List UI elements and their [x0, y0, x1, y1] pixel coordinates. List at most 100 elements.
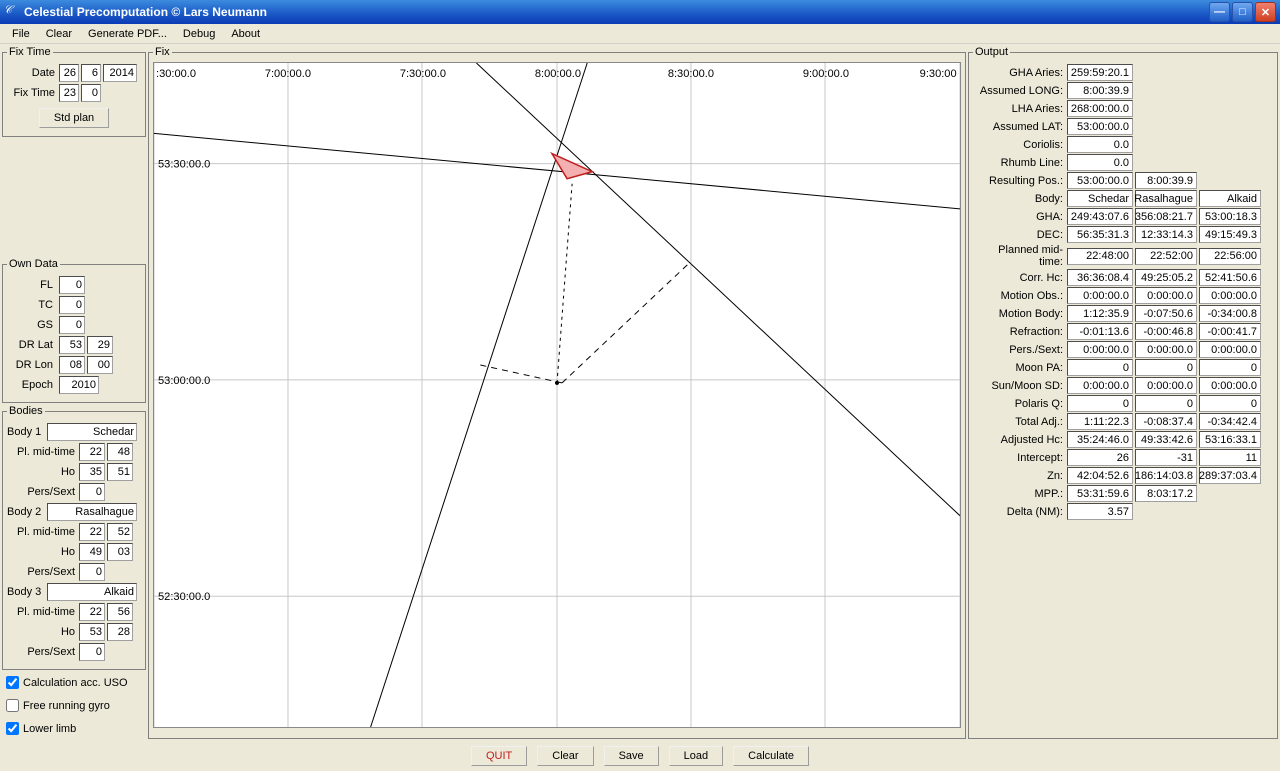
body1-mid-h[interactable] [79, 443, 105, 461]
output-value: 56:35:31.3 [1067, 226, 1133, 243]
output-label: Polaris Q: [977, 398, 1065, 410]
output-value: 53:16:33.1 [1199, 431, 1261, 448]
body2-name[interactable] [47, 503, 137, 521]
std-plan-button[interactable]: Std plan [39, 108, 109, 128]
date-year[interactable] [103, 64, 137, 82]
output-row: Intercept:26-3111 [977, 449, 1269, 466]
output-value: 356:08:21.7 [1135, 208, 1197, 225]
body3-ho-label: Ho [7, 626, 77, 638]
epoch-input[interactable] [59, 376, 99, 394]
output-value: 0:00:00.0 [1067, 287, 1133, 304]
output-row: Assumed LONG:8:00:39.9 [977, 82, 1269, 99]
body2-ps[interactable] [79, 563, 105, 581]
drlon-label: DR Lon [7, 359, 57, 371]
gs-input[interactable] [59, 316, 85, 334]
close-button[interactable]: ✕ [1255, 2, 1276, 22]
menu-file[interactable]: File [4, 26, 38, 42]
body3-ho-m[interactable] [107, 623, 133, 641]
output-value: 0 [1067, 359, 1133, 376]
body1-ho-m[interactable] [107, 463, 133, 481]
bodies-group: Bodies Body 1 Pl. mid-time Ho Pers/Sext … [2, 405, 146, 670]
output-value: 49:15:49.3 [1199, 226, 1261, 243]
body3-mid-m[interactable] [107, 603, 133, 621]
svg-text:8:30:00.0: 8:30:00.0 [668, 68, 714, 80]
body1-mid-m[interactable] [107, 443, 133, 461]
output-value: 22:48:00 [1067, 248, 1133, 265]
output-value: 42:04:52.6 [1067, 467, 1133, 484]
calculate-button[interactable]: Calculate [733, 746, 809, 766]
output-value: 36:36:08.4 [1067, 269, 1133, 286]
minimize-button[interactable]: — [1209, 2, 1230, 22]
body3-ho-d[interactable] [79, 623, 105, 641]
body1-ps[interactable] [79, 483, 105, 501]
body2-ho-d[interactable] [79, 543, 105, 561]
fix-time-m[interactable] [81, 84, 101, 102]
free-gyro-checkbox[interactable] [6, 699, 19, 712]
menu-generate-pdf[interactable]: Generate PDF... [80, 26, 175, 42]
menubar: File Clear Generate PDF... Debug About [0, 24, 1280, 44]
plot-area[interactable]: :30:00.0 7:00:00.0 7:30:00.0 8:00:00.0 8… [153, 62, 961, 728]
output-label: Total Adj.: [977, 416, 1065, 428]
body2-mid-m[interactable] [107, 523, 133, 541]
menu-clear[interactable]: Clear [38, 26, 80, 42]
output-label: Body: [977, 193, 1065, 205]
tc-input[interactable] [59, 296, 85, 314]
date-month[interactable] [81, 64, 101, 82]
body1-label: Body 1 [7, 426, 45, 438]
body3-ps[interactable] [79, 643, 105, 661]
body2-ps-label: Pers/Sext [7, 566, 77, 578]
output-value: -0:01:13.6 [1067, 323, 1133, 340]
drlat-d[interactable] [59, 336, 85, 354]
output-value: -31 [1135, 449, 1197, 466]
body2-mid-h[interactable] [79, 523, 105, 541]
output-row: Delta (NM):3.57 [977, 503, 1269, 520]
lower-limb-checkbox[interactable] [6, 722, 19, 735]
output-row: Zn:42:04:52.6186:14:03.8289:37:03.4 [977, 467, 1269, 484]
output-label: GHA: [977, 211, 1065, 223]
output-row: Rhumb Line:0.0 [977, 154, 1269, 171]
output-value: 259:59:20.1 [1067, 64, 1133, 81]
output-label: Rhumb Line: [977, 157, 1065, 169]
bottom-bar: QUIT Clear Save Load Calculate [0, 741, 1280, 771]
output-label: DEC: [977, 229, 1065, 241]
clear-button[interactable]: Clear [537, 746, 593, 766]
output-label: Assumed LAT: [977, 121, 1065, 133]
output-row: Corr. Hc:36:36:08.449:25:05.252:41:50.6 [977, 269, 1269, 286]
fl-input[interactable] [59, 276, 85, 294]
output-row: Coriolis:0.0 [977, 136, 1269, 153]
date-day[interactable] [59, 64, 79, 82]
calc-uso-label: Calculation acc. USO [23, 677, 128, 689]
menu-about[interactable]: About [223, 26, 268, 42]
svg-text:7:30:00.0: 7:30:00.0 [400, 68, 446, 80]
drlon-m[interactable] [87, 356, 113, 374]
output-row: MPP.:53:31:59.68:03:17.2 [977, 485, 1269, 502]
save-button[interactable]: Save [604, 746, 659, 766]
body1-ho-d[interactable] [79, 463, 105, 481]
body3-name[interactable] [47, 583, 137, 601]
fix-time-h[interactable] [59, 84, 79, 102]
body3-mid-h[interactable] [79, 603, 105, 621]
quit-button[interactable]: QUIT [471, 746, 527, 766]
output-value: 0 [1199, 395, 1261, 412]
body2-ho-m[interactable] [107, 543, 133, 561]
output-label: Resulting Pos.: [977, 175, 1065, 187]
load-button[interactable]: Load [669, 746, 723, 766]
output-value: 3.57 [1067, 503, 1133, 520]
output-row: Sun/Moon SD:0:00:00.00:00:00.00:00:00.0 [977, 377, 1269, 394]
drlat-m[interactable] [87, 336, 113, 354]
output-row: GHA Aries:259:59:20.1 [977, 64, 1269, 81]
drlon-d[interactable] [59, 356, 85, 374]
fix-group: Fix :30:00.0 7:00:00.0 7:30:00.0 8: [148, 46, 966, 739]
output-value: 0:00:00.0 [1135, 287, 1197, 304]
output-value: 0:00:00.0 [1067, 377, 1133, 394]
menu-debug[interactable]: Debug [175, 26, 223, 42]
output-value: 22:56:00 [1199, 248, 1261, 265]
titlebar: 𝒞 Celestial Precomputation © Lars Neuman… [0, 0, 1280, 24]
output-value: 0 [1067, 395, 1133, 412]
svg-text::30:00.0: :30:00.0 [156, 68, 196, 80]
body1-name[interactable] [47, 423, 137, 441]
calc-uso-checkbox[interactable] [6, 676, 19, 689]
body2-label: Body 2 [7, 506, 45, 518]
maximize-button[interactable]: □ [1232, 2, 1253, 22]
output-value: -0:34:00.8 [1199, 305, 1261, 322]
